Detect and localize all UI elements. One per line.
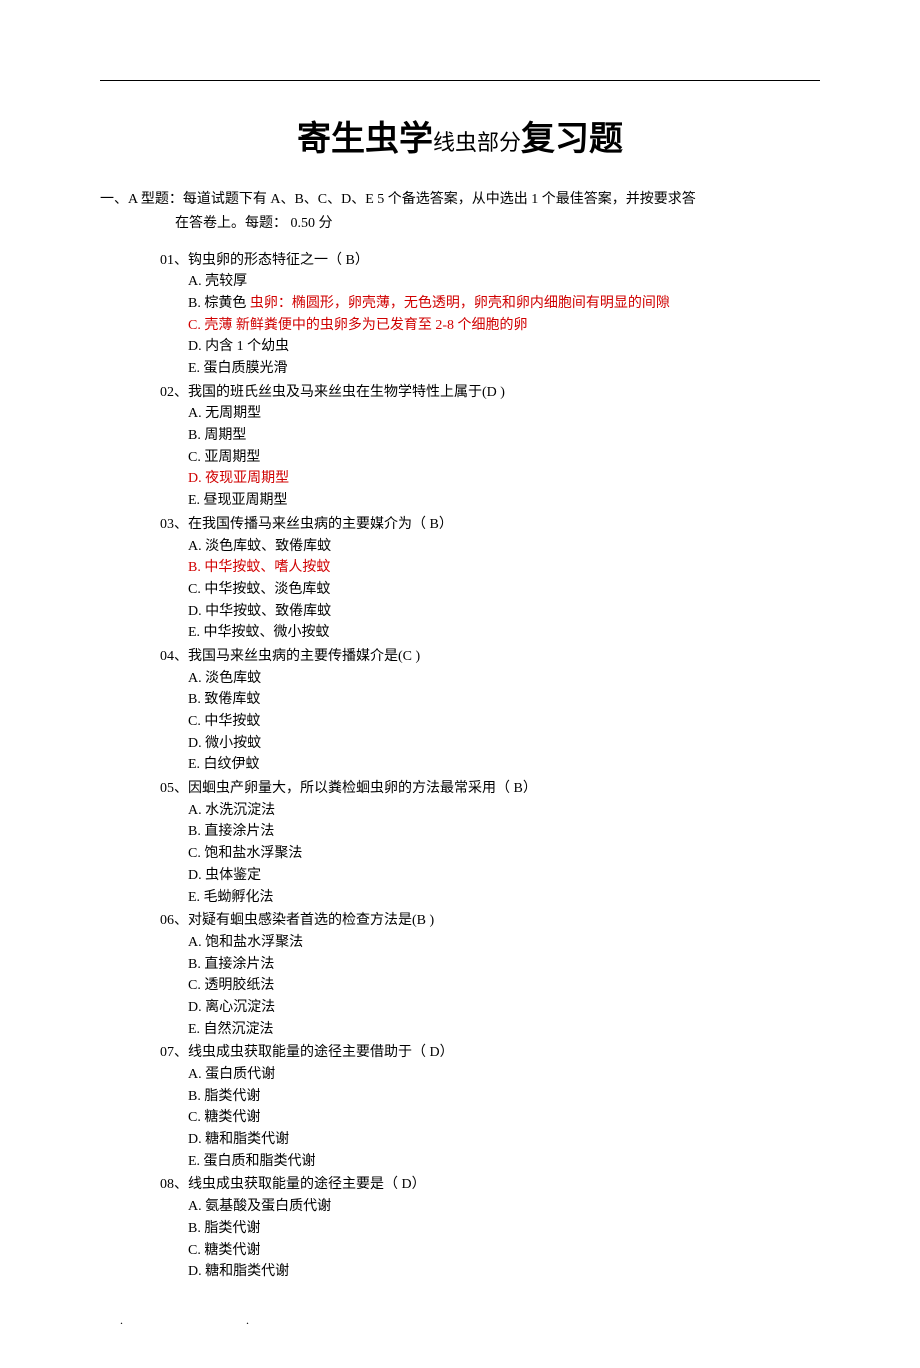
option: E. 昼现亚周期型: [188, 490, 820, 512]
question-stem: 06、对疑有蛔虫感染者首选的检查方法是(B ): [160, 910, 820, 932]
option: D. 离心沉淀法: [188, 997, 820, 1019]
option: C. 壳薄 新鲜粪便中的虫卵多为已发育至 2-8 个细胞的卵: [188, 315, 820, 337]
option-annotation: 新鲜粪便中的虫卵多为已发育至 2-8 个细胞的卵: [232, 318, 527, 333]
option-prefix: B. 棕黄色: [188, 296, 246, 311]
option: B. 棕黄色 虫卵：椭圆形，卵壳薄，无色透明，卵壳和卵内细胞间有明显的间隙: [188, 293, 820, 315]
question-stem: 01、钩虫卵的形态特征之一（ B）: [160, 250, 820, 272]
option: B. 致倦库蚊: [188, 689, 820, 711]
question-stem: 02、我国的班氏丝虫及马来丝虫在生物学特性上属于(D ): [160, 382, 820, 404]
section-intro-line-2: 在答卷上。每题： 0.50 分: [100, 212, 820, 236]
option: C. 透明胶纸法: [188, 975, 820, 997]
question-options: A. 无周期型B. 周期型C. 亚周期型D. 夜现亚周期型E. 昼现亚周期型: [188, 403, 820, 511]
title-part-2: 线虫部分: [433, 130, 521, 155]
option: C. 糖类代谢: [188, 1107, 820, 1129]
footer-dots: . .: [100, 1313, 820, 1328]
question-stem: 03、在我国传播马来丝虫病的主要媒介为（ B）: [160, 514, 820, 536]
question-options: A. 蛋白质代谢B. 脂类代谢C. 糖类代谢D. 糖和脂类代谢E. 蛋白质和脂类…: [188, 1064, 820, 1172]
option: C. 亚周期型: [188, 447, 820, 469]
option: E. 毛蚴孵化法: [188, 887, 820, 909]
question-stem: 07、线虫成虫获取能量的途径主要借助于（ D）: [160, 1042, 820, 1064]
question-options: A. 氨基酸及蛋白质代谢B. 脂类代谢C. 糖类代谢D. 糖和脂类代谢: [188, 1196, 820, 1283]
section-label: 一、A 型题：: [100, 192, 183, 207]
question-stem: 08、线虫成虫获取能量的途径主要是（ D）: [160, 1174, 820, 1196]
question-options: A. 饱和盐水浮聚法B. 直接涂片法C. 透明胶纸法D. 离心沉淀法E. 自然沉…: [188, 932, 820, 1040]
question-stem: 05、因蛔虫产卵量大，所以粪检蛔虫卵的方法最常采用（ B）: [160, 778, 820, 800]
document-title: 寄生虫学线虫部分复习题: [100, 111, 820, 160]
question-stem: 04、我国马来丝虫病的主要传播媒介是(C ): [160, 646, 820, 668]
section-intro-line-1: 每道试题下有 A、B、C、D、E 5 个备选答案，从中选出 1 个最佳答案，并按…: [183, 192, 696, 207]
option: A. 蛋白质代谢: [188, 1064, 820, 1086]
option: B. 中华按蚊、嗜人按蚊: [188, 557, 820, 579]
option: E. 白纹伊蚊: [188, 754, 820, 776]
option-annotation: 虫卵：椭圆形，卵壳薄，无色透明，卵壳和卵内细胞间有明显的间隙: [246, 296, 670, 311]
option: D. 中华按蚊、致倦库蚊: [188, 601, 820, 623]
section-a-intro: 一、A 型题：每道试题下有 A、B、C、D、E 5 个备选答案，从中选出 1 个…: [100, 188, 820, 236]
title-part-3: 复习题: [521, 121, 623, 158]
questions-container: 01、钩虫卵的形态特征之一（ B）A. 壳较厚B. 棕黄色 虫卵：椭圆形，卵壳薄…: [160, 250, 820, 1283]
option: A. 水洗沉淀法: [188, 800, 820, 822]
option: C. 中华按蚊、淡色库蚊: [188, 579, 820, 601]
question-options: A. 淡色库蚊B. 致倦库蚊C. 中华按蚊D. 微小按蚊E. 白纹伊蚊: [188, 668, 820, 776]
option: C. 中华按蚊: [188, 711, 820, 733]
option-prefix: C. 壳薄: [188, 318, 232, 333]
option: B. 脂类代谢: [188, 1218, 820, 1240]
option: A. 淡色库蚊、致倦库蚊: [188, 536, 820, 558]
option: D. 微小按蚊: [188, 733, 820, 755]
option: B. 直接涂片法: [188, 821, 820, 843]
question-options: A. 壳较厚B. 棕黄色 虫卵：椭圆形，卵壳薄，无色透明，卵壳和卵内细胞间有明显…: [188, 271, 820, 379]
question-options: A. 淡色库蚊、致倦库蚊B. 中华按蚊、嗜人按蚊C. 中华按蚊、淡色库蚊D. 中…: [188, 536, 820, 644]
option: C. 饱和盐水浮聚法: [188, 843, 820, 865]
option: B. 直接涂片法: [188, 954, 820, 976]
option: B. 周期型: [188, 425, 820, 447]
option: A. 壳较厚: [188, 271, 820, 293]
option: C. 糖类代谢: [188, 1240, 820, 1262]
option: E. 蛋白质膜光滑: [188, 358, 820, 380]
title-part-1: 寄生虫学: [297, 121, 433, 158]
option: B. 脂类代谢: [188, 1086, 820, 1108]
option: A. 饱和盐水浮聚法: [188, 932, 820, 954]
option: D. 虫体鉴定: [188, 865, 820, 887]
option: D. 夜现亚周期型: [188, 468, 820, 490]
option: D. 内含 1 个幼虫: [188, 336, 820, 358]
top-horizontal-rule: [100, 80, 820, 81]
document-page: 寄生虫学线虫部分复习题 一、A 型题：每道试题下有 A、B、C、D、E 5 个备…: [0, 0, 920, 1368]
question-options: A. 水洗沉淀法B. 直接涂片法C. 饱和盐水浮聚法D. 虫体鉴定E. 毛蚴孵化…: [188, 800, 820, 908]
option: A. 氨基酸及蛋白质代谢: [188, 1196, 820, 1218]
option: E. 中华按蚊、微小按蚊: [188, 622, 820, 644]
option: A. 无周期型: [188, 403, 820, 425]
option: D. 糖和脂类代谢: [188, 1129, 820, 1151]
option: A. 淡色库蚊: [188, 668, 820, 690]
option: E. 自然沉淀法: [188, 1019, 820, 1041]
option: E. 蛋白质和脂类代谢: [188, 1151, 820, 1173]
option: D. 糖和脂类代谢: [188, 1261, 820, 1283]
